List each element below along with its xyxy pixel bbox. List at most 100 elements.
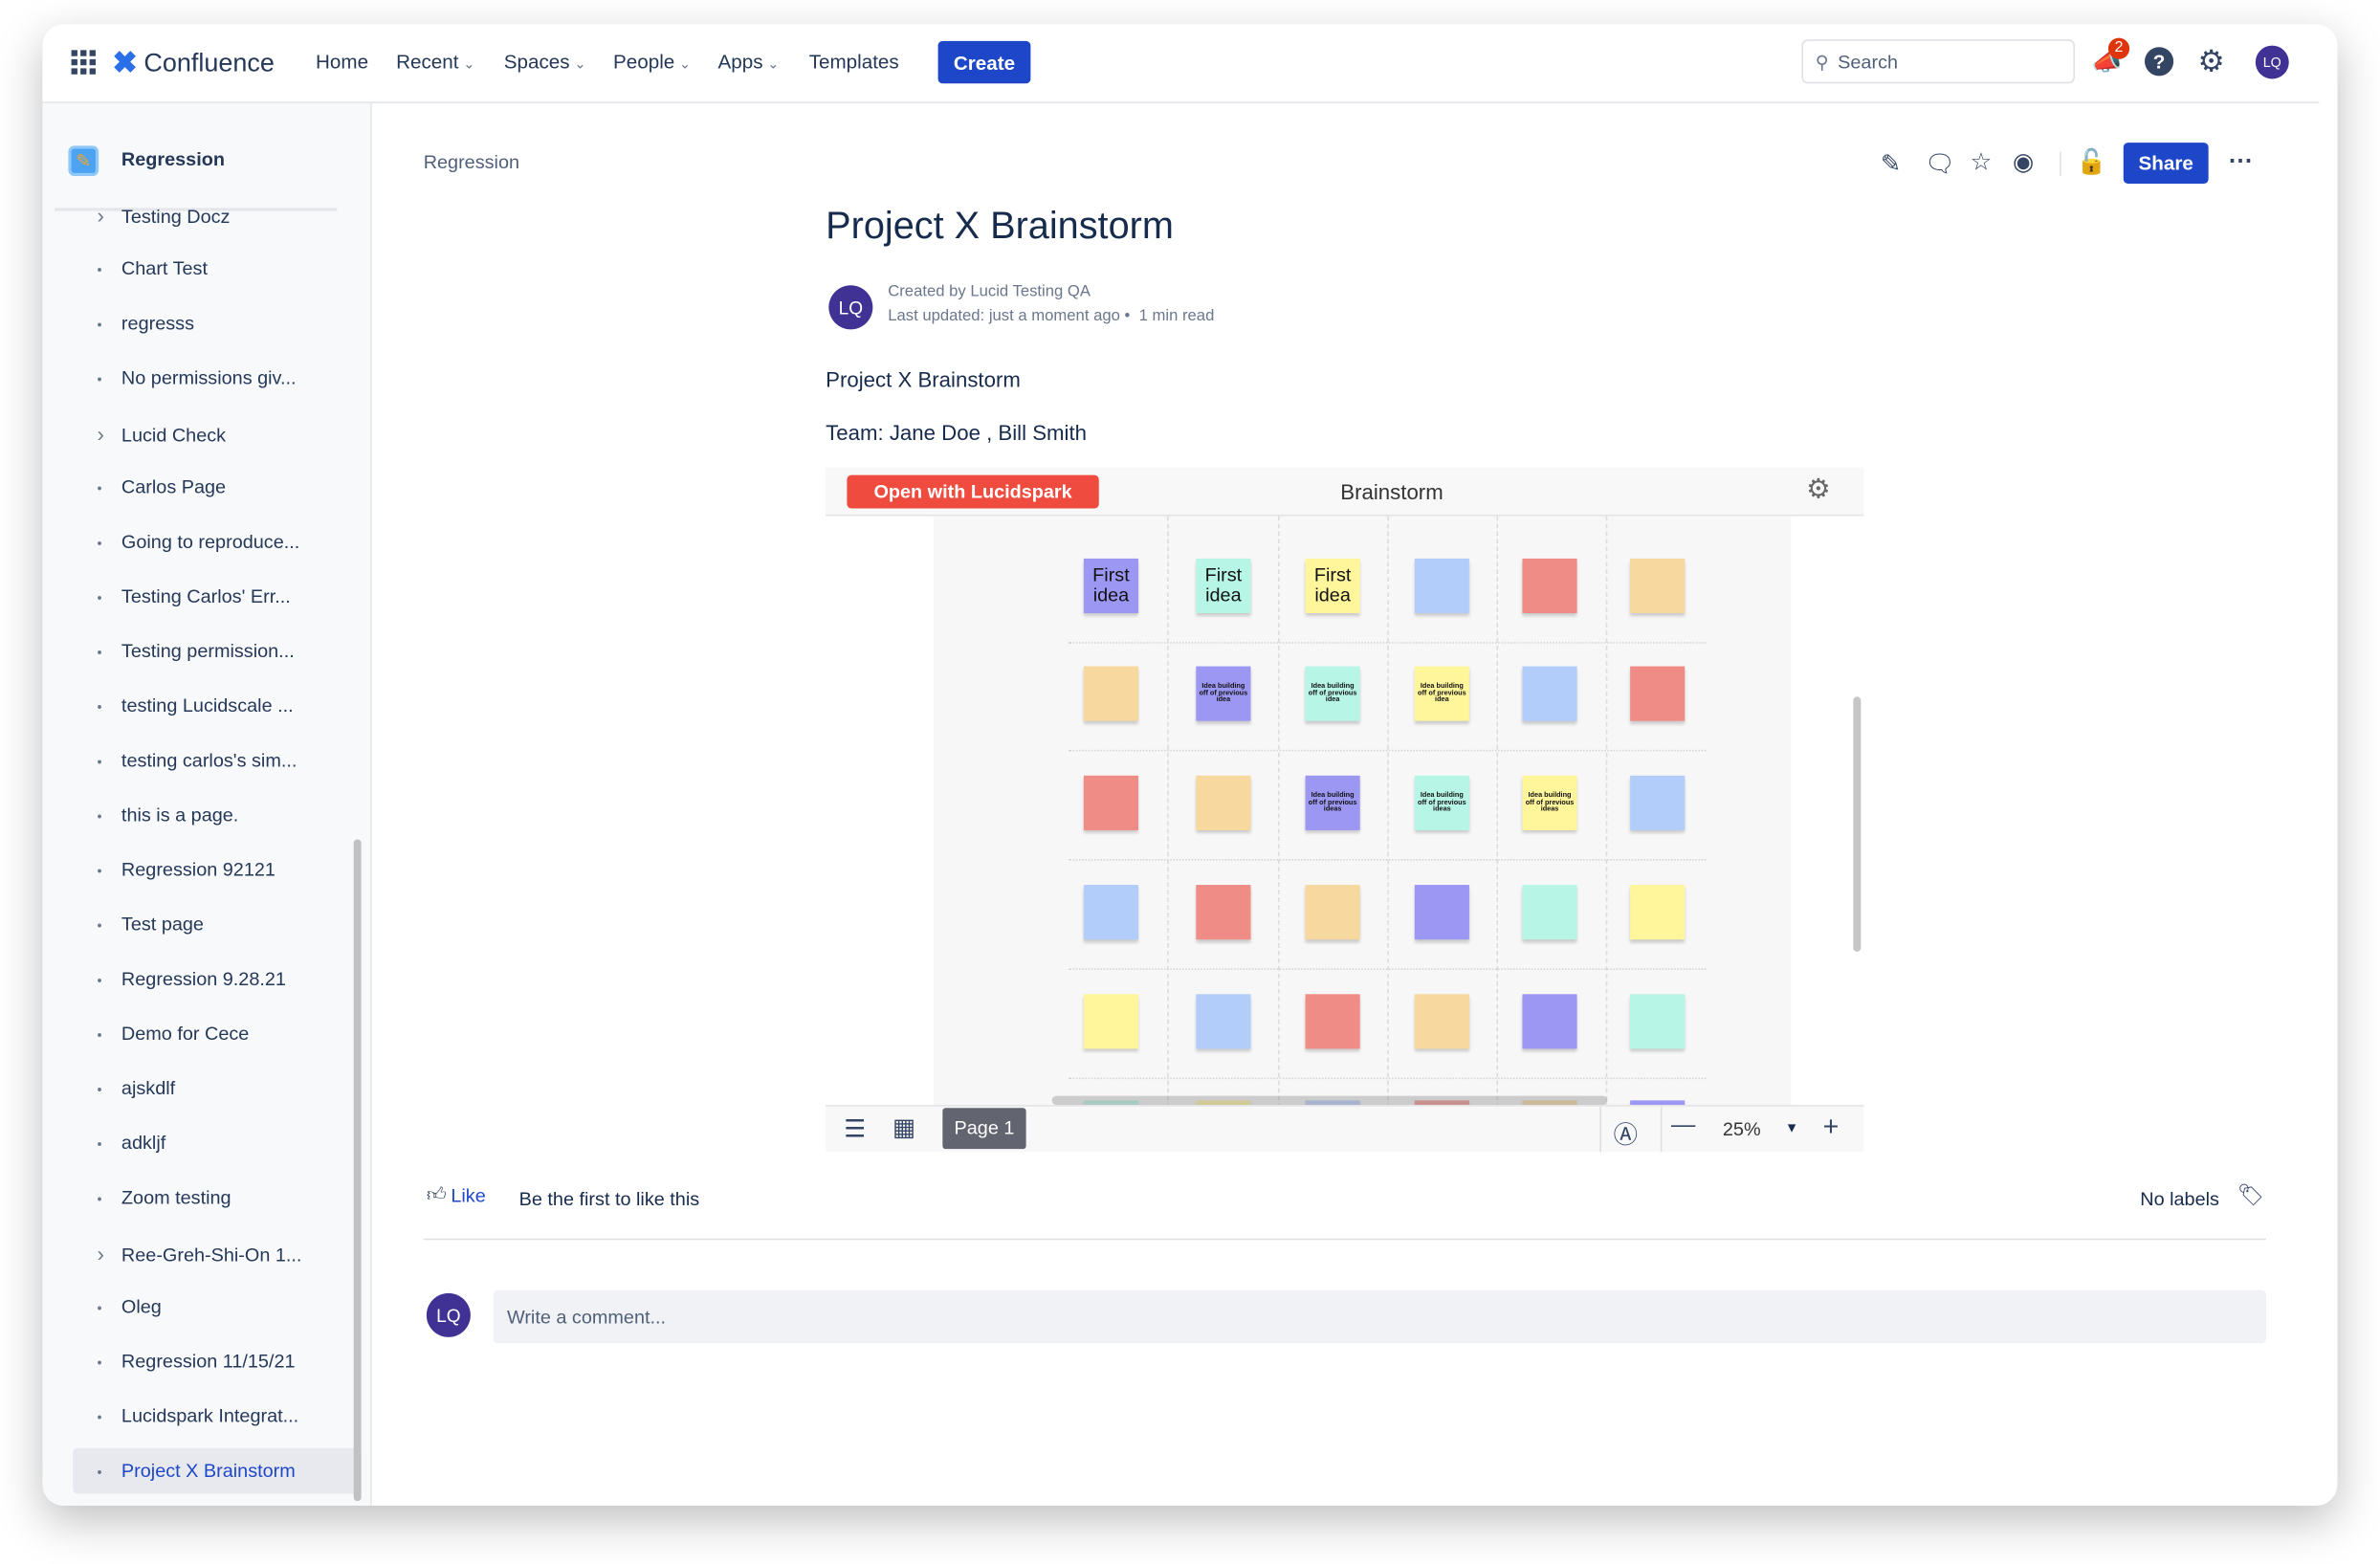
zoom-in-icon[interactable]: + bbox=[1823, 1111, 1840, 1142]
nav-recent[interactable]: Recent ⌄ bbox=[396, 50, 474, 73]
chevron-right-icon[interactable]: › bbox=[98, 422, 121, 446]
zoom-dropdown-icon[interactable]: ▼ bbox=[1785, 1120, 1798, 1135]
sticky-note[interactable] bbox=[1083, 775, 1139, 830]
sticky-note[interactable] bbox=[1305, 994, 1360, 1049]
sticky-note[interactable] bbox=[1630, 666, 1686, 721]
sidebar-item[interactable]: • Regression 11/15/21 bbox=[98, 1351, 296, 1372]
sticky-note[interactable] bbox=[1083, 994, 1139, 1049]
bullet-icon: • bbox=[97, 1465, 102, 1481]
sticky-note[interactable]: Idea building off of previous idea bbox=[1196, 666, 1251, 721]
sticky-note[interactable] bbox=[1630, 994, 1686, 1049]
sticky-note[interactable] bbox=[1630, 775, 1686, 830]
sidebar-item[interactable]: • Oleg bbox=[98, 1296, 162, 1317]
sticky-note[interactable]: First idea bbox=[1196, 558, 1251, 614]
sticky-note[interactable] bbox=[1083, 666, 1139, 721]
sidebar-item[interactable]: • Chart Test bbox=[98, 258, 208, 279]
sidebar-item[interactable]: • regresss bbox=[98, 313, 194, 334]
author-avatar[interactable]: LQ bbox=[828, 285, 873, 330]
sidebar-item[interactable]: • Test page bbox=[98, 914, 204, 935]
zoom-out-icon[interactable]: — bbox=[1671, 1112, 1695, 1140]
share-button[interactable]: Share bbox=[2123, 143, 2209, 184]
sidebar-item[interactable]: • Zoom testing bbox=[98, 1187, 231, 1208]
sidebar-item[interactable]: • testing Lucidscale ... bbox=[98, 695, 294, 716]
sticky-note[interactable] bbox=[1630, 558, 1686, 614]
sticky-note[interactable] bbox=[1414, 885, 1469, 940]
sticky-note[interactable] bbox=[1196, 885, 1251, 940]
bullet-icon: • bbox=[97, 1355, 102, 1371]
sticky-note[interactable] bbox=[1630, 885, 1686, 940]
comment-input[interactable]: Write a comment... bbox=[493, 1289, 2266, 1344]
nav-templates[interactable]: Templates bbox=[809, 50, 899, 73]
breadcrumb[interactable]: Regression bbox=[424, 152, 519, 173]
sticky-note[interactable]: Idea building off of previous idea bbox=[1305, 666, 1360, 721]
settings-icon[interactable]: ⚙ bbox=[2198, 42, 2225, 80]
sticky-note[interactable]: Idea building off of previous ideas bbox=[1522, 775, 1577, 830]
embed-settings-icon[interactable]: ⚙ bbox=[1806, 474, 1831, 505]
grid-view-icon[interactable]: ▦ bbox=[892, 1112, 915, 1143]
sticky-note[interactable] bbox=[1414, 994, 1469, 1049]
sticky-note[interactable] bbox=[1522, 994, 1577, 1049]
sidebar-item[interactable]: • Going to reproduce... bbox=[98, 531, 300, 552]
app-switcher-icon[interactable] bbox=[71, 50, 96, 75]
star-icon[interactable]: ☆ bbox=[1971, 147, 1993, 178]
nav-apps[interactable]: Apps ⌄ bbox=[718, 50, 780, 73]
sidebar-item[interactable]: • Testing Carlos' Err... bbox=[98, 585, 291, 606]
sidebar-item[interactable]: • Testing permission... bbox=[98, 641, 295, 662]
sidebar-item[interactable]: • Demo for Cece bbox=[98, 1023, 250, 1044]
page-tab[interactable]: Page 1 bbox=[942, 1108, 1026, 1150]
sidebar-item[interactable]: • this is a page. bbox=[98, 804, 239, 826]
sticky-note[interactable]: Idea building off of previous ideas bbox=[1414, 775, 1469, 830]
nav-spaces[interactable]: Spaces ⌄ bbox=[504, 50, 586, 73]
sidebar-item[interactable]: • ajskdlf bbox=[98, 1078, 176, 1099]
space-name[interactable]: Regression bbox=[121, 148, 225, 169]
sidebar-item[interactable]: • adkljf bbox=[98, 1133, 166, 1154]
comment-icon[interactable]: 🗨 bbox=[1925, 148, 1955, 179]
sticky-note[interactable] bbox=[1522, 885, 1577, 940]
sidebar-item[interactable]: • Lucidspark Integrat... bbox=[98, 1405, 299, 1426]
more-actions-icon[interactable]: ⋯ bbox=[2228, 145, 2252, 176]
nav-people[interactable]: People ⌄ bbox=[613, 50, 691, 73]
list-view-icon[interactable]: ☰ bbox=[844, 1114, 866, 1145]
chevron-right-icon[interactable]: › bbox=[98, 204, 121, 228]
sidebar-scrollbar[interactable] bbox=[353, 839, 362, 1502]
nav-home[interactable]: Home bbox=[316, 50, 368, 73]
like-button[interactable]: 👍︎ Like bbox=[427, 1184, 486, 1207]
create-button[interactable]: Create bbox=[937, 40, 1031, 84]
help-icon[interactable]: ? bbox=[2145, 47, 2174, 77]
sticky-note[interactable] bbox=[1196, 994, 1251, 1049]
sidebar-item[interactable]: › Ree-Greh-Shi-On 1... bbox=[98, 1242, 302, 1266]
sidebar-item-label: Chart Test bbox=[121, 257, 208, 279]
sidebar-item[interactable]: • Regression 92121 bbox=[98, 859, 275, 880]
search-input[interactable]: ⚲ Search bbox=[1801, 39, 2076, 84]
sidebar-item[interactable]: • Project X Brainstorm bbox=[73, 1447, 362, 1494]
watch-icon[interactable]: ◉ bbox=[2013, 147, 2034, 178]
sidebar-item[interactable]: › Testing Docz bbox=[98, 204, 231, 228]
edit-icon[interactable]: ✎ bbox=[1881, 148, 1901, 179]
sticky-note[interactable] bbox=[1196, 775, 1251, 830]
sticky-note[interactable] bbox=[1083, 885, 1139, 940]
label-tag-icon[interactable]: 🏷︎ bbox=[2237, 1182, 2264, 1208]
accessibility-icon[interactable]: Ⓐ bbox=[1614, 1114, 1638, 1151]
vertical-scrollbar[interactable] bbox=[1853, 696, 1862, 952]
sticky-note[interactable]: First idea bbox=[1083, 558, 1139, 614]
sidebar-item[interactable]: • No permissions giv... bbox=[98, 367, 297, 388]
sticky-note[interactable] bbox=[1522, 666, 1577, 721]
sidebar-item[interactable]: • Regression 9.28.21 bbox=[98, 968, 286, 989]
confluence-logo[interactable]: ✖ Confluence bbox=[112, 44, 274, 82]
zoom-level[interactable]: 25% bbox=[1723, 1118, 1761, 1139]
sidebar-item[interactable]: • Carlos Page bbox=[98, 476, 227, 497]
sidebar-item[interactable]: › Lucid Check bbox=[98, 422, 227, 446]
sticky-note-text: Idea building off of previous idea bbox=[1199, 681, 1248, 704]
chevron-right-icon[interactable]: › bbox=[98, 1242, 121, 1266]
sticky-note[interactable]: Idea building off of previous ideas bbox=[1305, 775, 1360, 830]
sticky-note[interactable] bbox=[1305, 885, 1360, 940]
sticky-note[interactable]: First idea bbox=[1305, 558, 1360, 614]
user-avatar[interactable]: LQ bbox=[2255, 45, 2289, 79]
board-canvas[interactable]: First idea First idea First idea Idea build… bbox=[933, 516, 1792, 1106]
sidebar-item[interactable]: • testing carlos's sim... bbox=[98, 750, 298, 771]
horizontal-scrollbar[interactable] bbox=[1051, 1095, 1608, 1106]
sticky-note[interactable]: Idea building off of previous idea bbox=[1414, 666, 1469, 721]
sticky-note[interactable] bbox=[1522, 558, 1577, 614]
sticky-note[interactable] bbox=[1414, 558, 1469, 614]
restrictions-unlock-icon[interactable]: 🔓 bbox=[2077, 147, 2107, 178]
